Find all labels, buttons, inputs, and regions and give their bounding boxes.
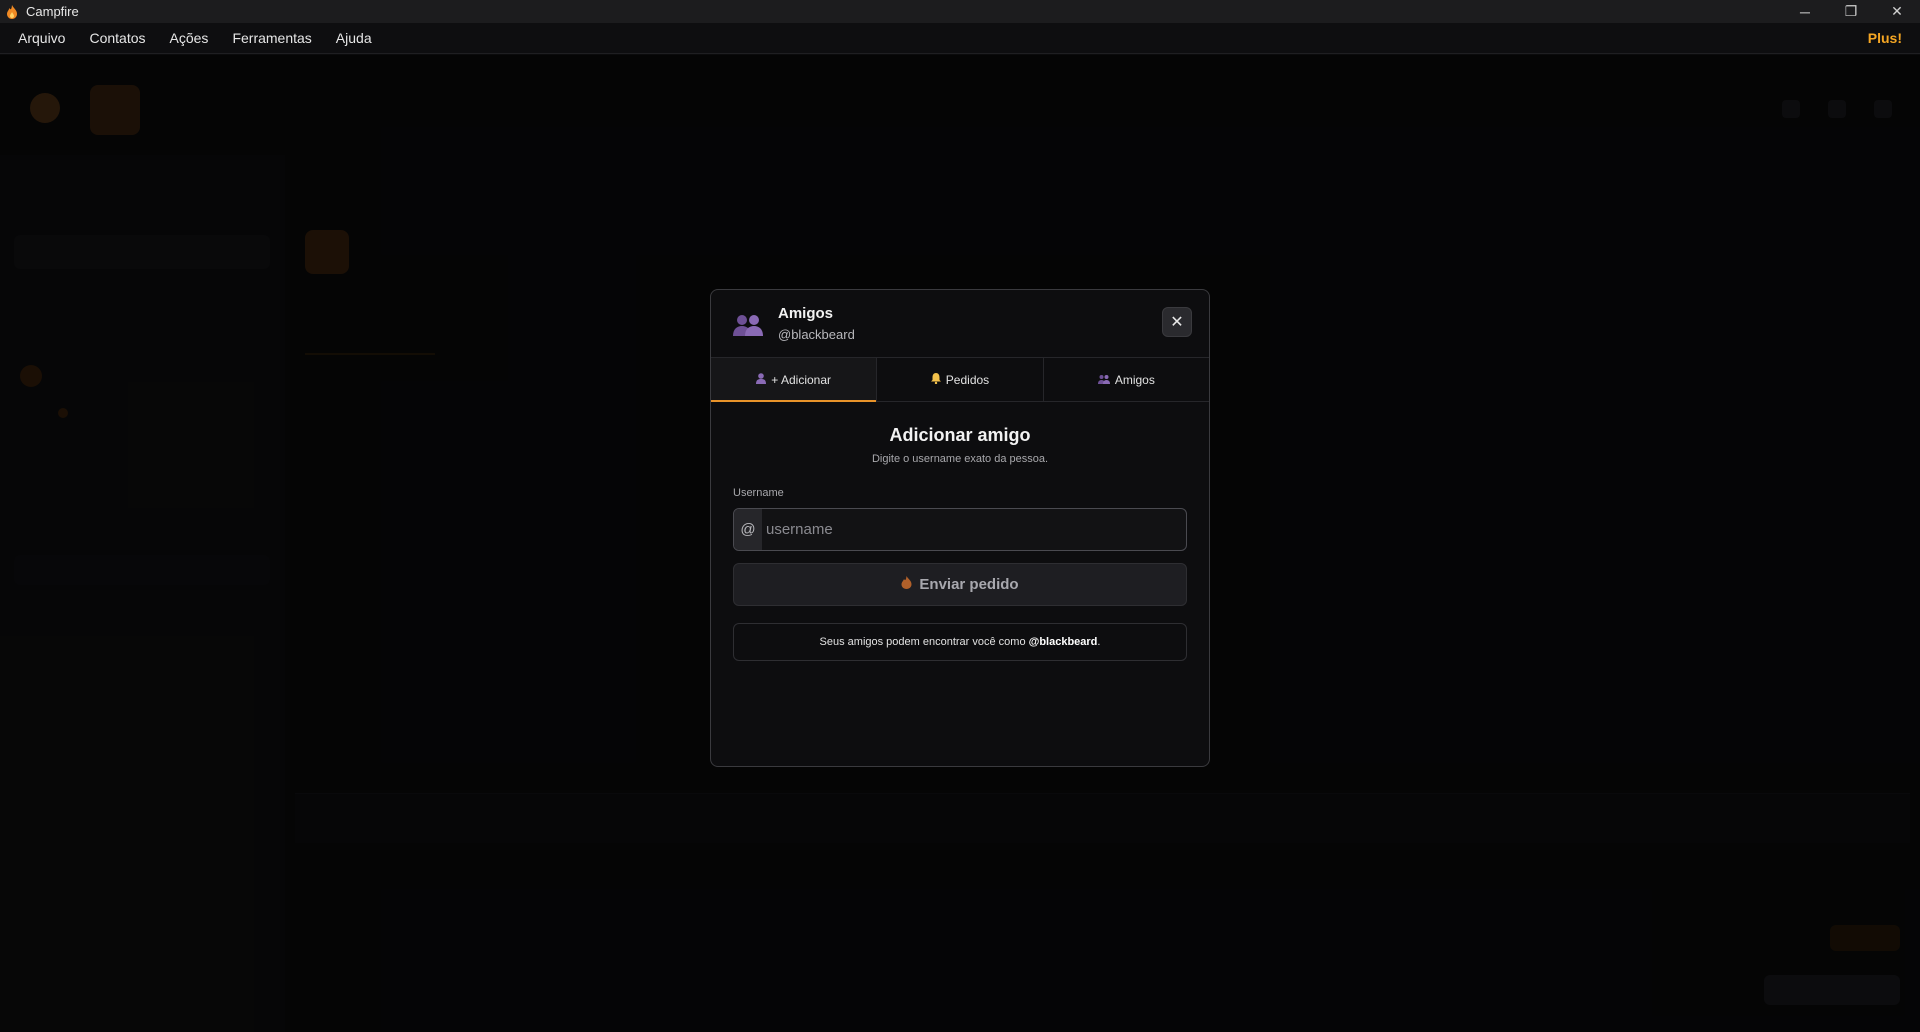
- users-icon: [1097, 373, 1110, 387]
- menu-contatos[interactable]: Contatos: [77, 23, 157, 54]
- info-text: Seus amigos podem encontrar você como: [819, 636, 1026, 648]
- tab-pedidos[interactable]: Pedidos: [877, 358, 1044, 401]
- send-request-label: Enviar pedido: [919, 576, 1019, 593]
- menu-arquivo[interactable]: Arquivo: [0, 23, 77, 54]
- user-icon: [756, 372, 767, 387]
- send-request-button[interactable]: Enviar pedido: [733, 563, 1187, 606]
- menu-acoes[interactable]: Ações: [158, 23, 221, 54]
- restore-button[interactable]: ❐: [1828, 0, 1874, 23]
- info-suffix: .: [1097, 636, 1101, 648]
- form-description: Digite o username exato da pessoa.: [871, 453, 1049, 465]
- minimize-button[interactable]: ─: [1782, 0, 1828, 23]
- users-icon: [733, 312, 763, 338]
- modal-subtitle: @blackbeard: [778, 327, 855, 342]
- username-input-wrapper: @: [733, 508, 1187, 551]
- username-input[interactable]: [762, 509, 1186, 550]
- window-title: Campfire: [26, 4, 79, 19]
- info-handle: @blackbeard: [1028, 636, 1098, 648]
- modal-header: Amigos @blackbeard ✕: [711, 290, 1209, 358]
- form-title: Adicionar amigo: [889, 425, 1031, 445]
- flame-icon: [901, 576, 912, 593]
- modal-title: Amigos: [778, 305, 834, 322]
- at-prefix: @: [734, 509, 762, 550]
- info-box: Seus amigos podem encontrar você como @b…: [733, 623, 1187, 661]
- tab-label: + Adicionar: [771, 372, 832, 387]
- bell-icon: [930, 372, 941, 387]
- tab-adicionar[interactable]: + Adicionar: [711, 358, 878, 402]
- window-close-button[interactable]: ✕: [1874, 0, 1920, 23]
- tab-amigos[interactable]: Amigos: [1044, 358, 1209, 401]
- friends-modal: Amigos @blackbeard ✕ + Adicionar Pedidos…: [710, 289, 1210, 767]
- title-bar: Campfire ─ ❐ ✕: [0, 0, 1920, 23]
- close-icon: ✕: [1170, 314, 1184, 331]
- close-button[interactable]: ✕: [1162, 307, 1192, 337]
- campfire-logo-icon: [4, 4, 20, 20]
- tab-label: Amigos: [1114, 372, 1155, 387]
- username-label: Username: [733, 487, 784, 499]
- menu-ferramentas[interactable]: Ferramentas: [220, 23, 323, 54]
- modal-tabs: + Adicionar Pedidos Amigos: [711, 358, 1209, 402]
- menu-bar: Arquivo Contatos Ações Ferramentas Ajuda…: [0, 23, 1920, 54]
- menu-ajuda[interactable]: Ajuda: [324, 23, 384, 54]
- plus-link[interactable]: Plus!: [1868, 30, 1920, 46]
- tab-label: Pedidos: [945, 372, 990, 387]
